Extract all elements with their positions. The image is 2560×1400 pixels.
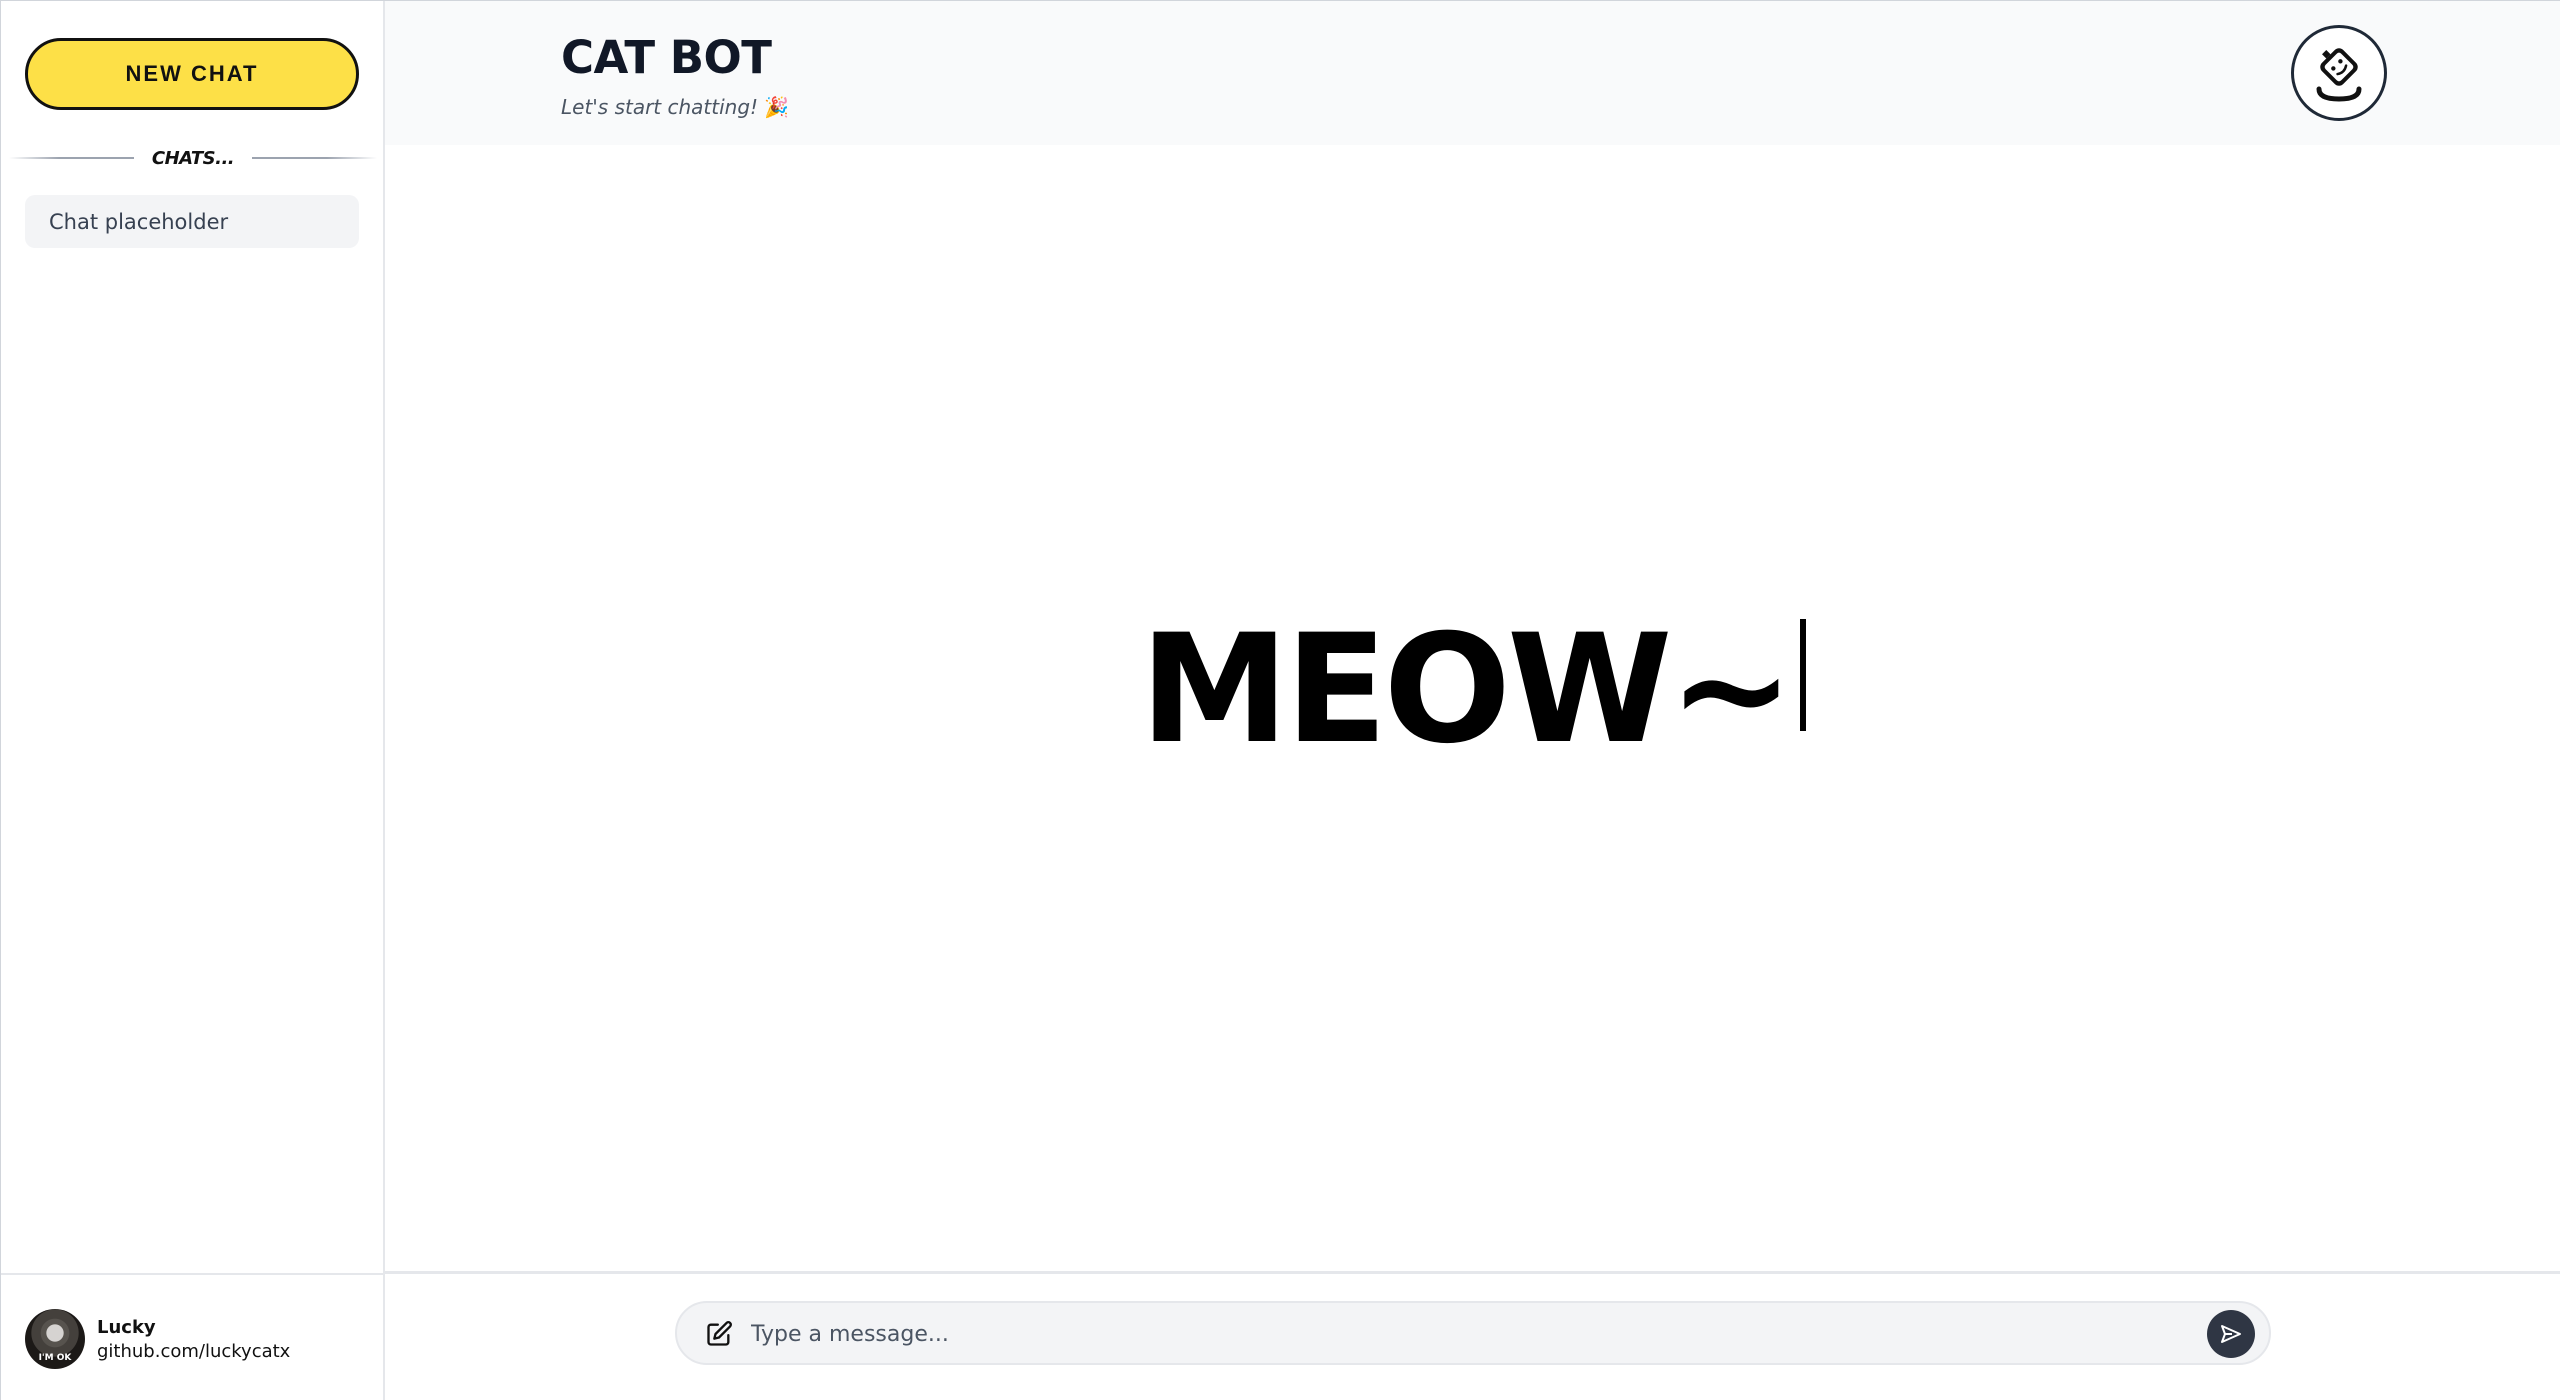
composer-bar	[385, 1271, 2560, 1400]
robot-bot-icon[interactable]	[2291, 25, 2387, 121]
chats-divider: CHATS...	[8, 143, 378, 173]
typing-cursor	[1800, 619, 1807, 731]
avatar[interactable]: I'M OK	[25, 1309, 85, 1369]
page-title: CAT BOT	[561, 31, 772, 84]
message-input-wrapper	[675, 1301, 2271, 1365]
edit-icon	[707, 1321, 732, 1346]
chat-header: CAT BOT Let's start chatting! 🎉	[385, 1, 2560, 145]
divider-line-right	[252, 157, 378, 159]
app-window: NEW CHAT CHATS... Chat placeholder I'M O…	[0, 0, 2560, 1400]
divider-line-left	[8, 157, 134, 159]
hero-text: MEOW~	[385, 615, 2560, 765]
user-profile: I'M OK Lucky github.com/luckycatx	[1, 1273, 383, 1400]
chat-list-item[interactable]: Chat placeholder	[25, 195, 359, 248]
chats-heading: CHATS...	[151, 147, 235, 169]
party-popper-icon: 🎉	[764, 95, 789, 119]
send-button[interactable]	[2207, 1310, 2255, 1358]
avatar-caption: I'M OK	[38, 1353, 72, 1363]
sidebar: NEW CHAT CHATS... Chat placeholder I'M O…	[1, 1, 385, 1400]
chat-area: MEOW~	[385, 145, 2560, 1271]
user-github-link[interactable]: github.com/luckycatx	[97, 1341, 290, 1362]
user-name: Lucky	[97, 1317, 156, 1338]
send-icon	[2221, 1325, 2241, 1343]
hero-text-label: MEOW~	[1139, 603, 1794, 777]
new-chat-button[interactable]: NEW CHAT	[25, 38, 359, 110]
subtitle-text: Let's start chatting!	[561, 95, 759, 119]
message-input[interactable]	[751, 1313, 2171, 1355]
page-subtitle: Let's start chatting! 🎉	[561, 95, 789, 119]
